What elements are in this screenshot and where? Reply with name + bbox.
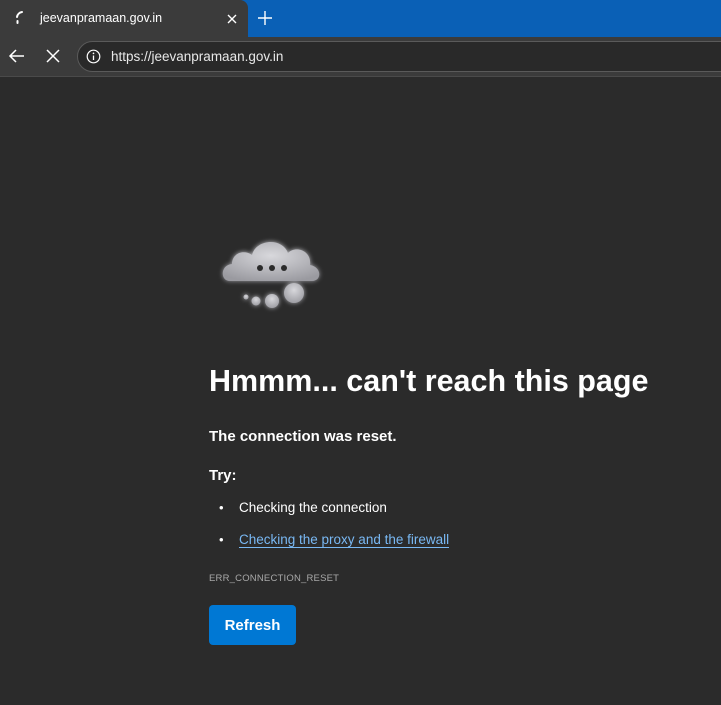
tab-strip: jeevanpramaan.gov.in [0, 0, 721, 37]
close-icon[interactable] [225, 12, 239, 26]
suggestion-item: • Checking the proxy and the firewall [209, 532, 450, 564]
suggestion-list: • Checking the connection • Checking the… [209, 500, 450, 564]
try-label: Try: [209, 467, 237, 484]
error-code: ERR_CONNECTION_RESET [209, 573, 340, 584]
bullet: • [219, 532, 224, 547]
active-tab[interactable]: jeevanpramaan.gov.in [0, 0, 248, 37]
suggestion-text: Checking the connection [239, 500, 387, 515]
cloud-icon [222, 241, 320, 308]
proxy-firewall-link[interactable]: Checking the proxy and the firewall [239, 532, 450, 548]
bullet: • [219, 500, 224, 515]
page-title: Hmmm... can't reach this page [209, 364, 649, 398]
url-text[interactable]: https://jeevanpramaan.gov.in [111, 49, 283, 64]
browser-toolbar: https://jeevanpramaan.gov.in [0, 37, 721, 77]
arrow-left-icon[interactable] [6, 45, 28, 67]
error-message: The connection was reset. [209, 428, 397, 445]
suggestion-item: • Checking the connection [209, 500, 449, 532]
close-icon[interactable] [42, 45, 64, 67]
error-page: Hmmm... can't reach this page The connec… [0, 77, 721, 705]
address-bar[interactable]: https://jeevanpramaan.gov.in [77, 41, 721, 72]
info-icon[interactable] [86, 49, 101, 64]
loading-spinner-icon [16, 11, 23, 24]
refresh-button[interactable]: Refresh [209, 605, 296, 645]
tab-title: jeevanpramaan.gov.in [40, 11, 163, 25]
plus-icon[interactable] [256, 9, 274, 27]
